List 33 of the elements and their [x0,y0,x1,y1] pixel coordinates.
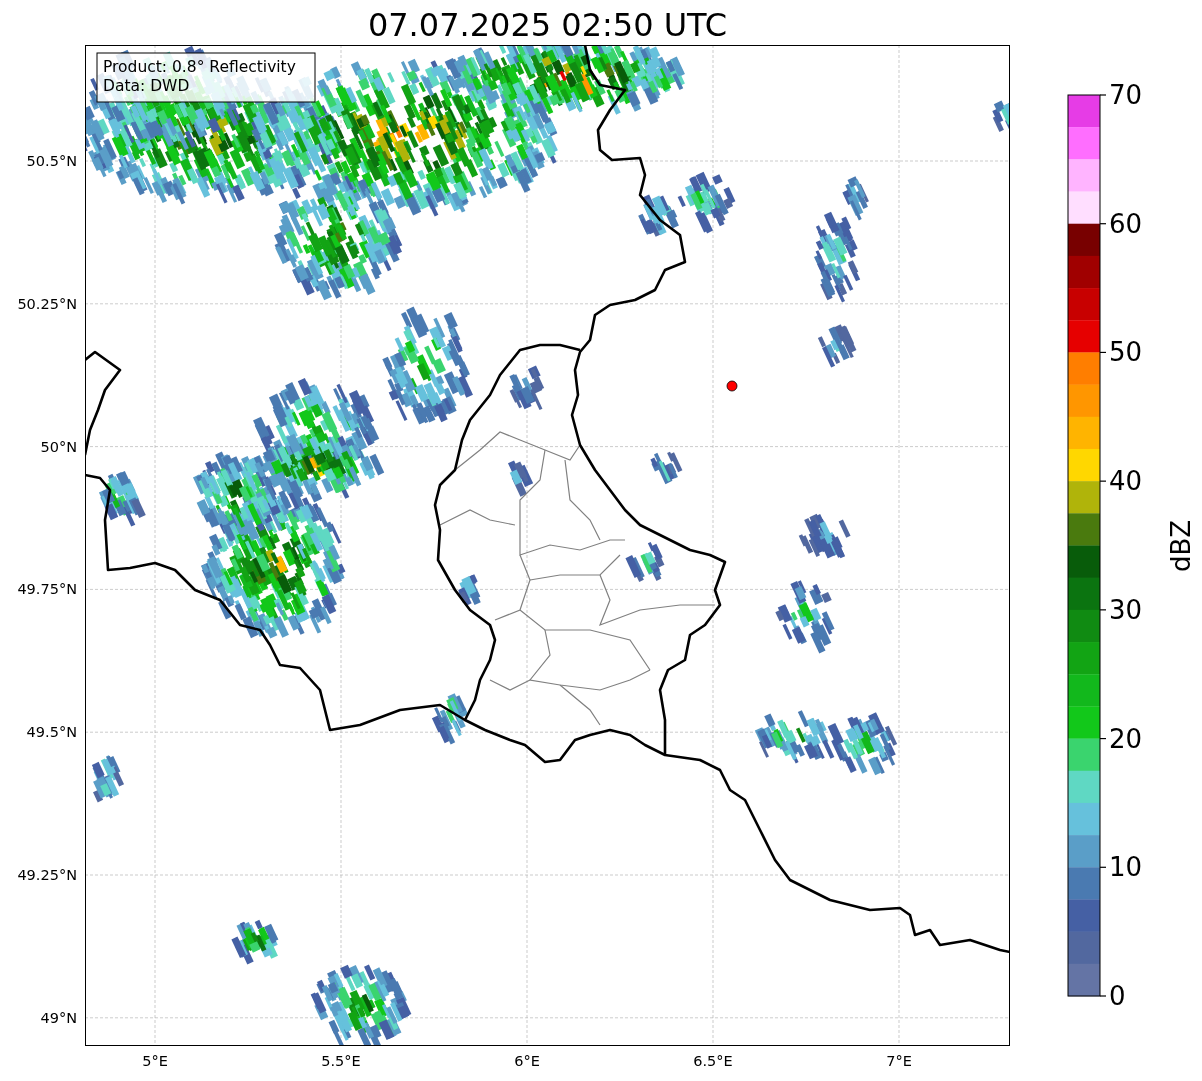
colorbar-tick-label: 40 [1109,466,1143,497]
tick-mark [1099,94,1107,96]
colorbar-tick-label: 60 [1109,208,1143,239]
colorbar-tick-label: 30 [1109,594,1143,625]
colorbar-tick-label: 20 [1109,723,1143,754]
longitude-label: 6°E [514,1053,540,1069]
chart-title: 07.07.2025 02:50 UTC [367,6,728,44]
latitude-label: 49.25°N [17,867,77,883]
colorbar-tick-label: 50 [1109,337,1143,368]
latitude-label: 49°N [40,1009,77,1026]
longitude-label: 7°E [886,1053,912,1069]
annotation-text: Product: 0.8° Reflectivity [103,58,296,76]
colorbar-tick-label: 10 [1109,852,1143,883]
latitude-label: 49.5°N [26,724,77,741]
tick-mark [1099,995,1107,997]
tick-mark [1099,866,1107,868]
longitude-label: 5°E [142,1053,168,1069]
tick-mark [1099,351,1107,354]
longitude-label: 5.5°E [321,1053,361,1069]
colorbar-label: dBZ [1166,519,1196,573]
tick-mark [1099,737,1107,740]
tick-mark [1099,223,1107,225]
annotation-text: Data: DWD [103,77,190,95]
longitude-label: 6.5°E [693,1053,733,1069]
latitude-label: 49.75°N [17,581,77,598]
tick-mark [1099,609,1107,611]
latitude-label: 50.25°N [17,295,77,312]
tick-mark [1099,480,1107,482]
location-marker [726,380,738,392]
latitude-label: 50.5°N [26,153,77,169]
colorbar-tick-label: 0 [1109,981,1126,1011]
colorbar-tick-label: 70 [1109,80,1143,110]
latitude-label: 50°N [40,438,77,455]
